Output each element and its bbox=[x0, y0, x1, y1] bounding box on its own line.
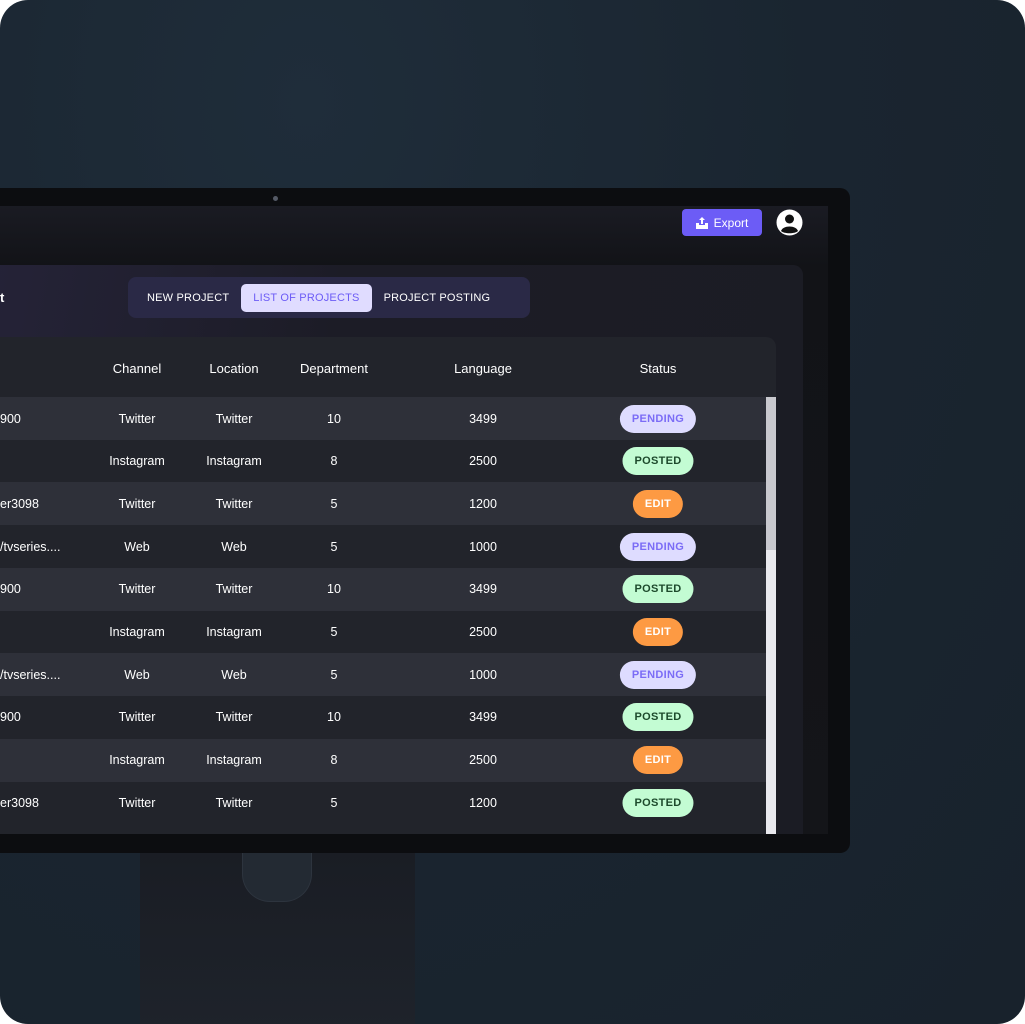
cell-location: Web bbox=[221, 667, 247, 682]
cell-department: 8 bbox=[330, 753, 338, 768]
cell-language: 3499 bbox=[469, 582, 497, 597]
table-row[interactable]: Instagram Instagram 8 2500 POSTED bbox=[0, 440, 766, 483]
cell-department: 5 bbox=[330, 625, 338, 639]
cell-channel: Twitter bbox=[118, 582, 156, 597]
cell-department: 5 bbox=[330, 795, 338, 810]
cell-language: 1000 bbox=[469, 667, 497, 682]
cell-language: 2500 bbox=[469, 454, 497, 469]
cell-location: Twitter bbox=[215, 710, 253, 725]
upload-icon bbox=[695, 216, 708, 229]
user-circle-icon[interactable] bbox=[776, 209, 803, 236]
table-row[interactable]: er3098 Twitter Twitter 5 1200 EDIT bbox=[0, 482, 766, 526]
status-badge[interactable]: PENDING bbox=[619, 660, 697, 689]
column-header-channel: Channel bbox=[112, 361, 162, 376]
cell-department: 5 bbox=[330, 539, 338, 554]
cell-department: 5 bbox=[330, 496, 338, 511]
export-label: Export bbox=[713, 215, 749, 230]
cell-location: Instagram bbox=[206, 753, 262, 768]
tab-list-of-projects[interactable]: LIST OF PROJECTS bbox=[241, 283, 372, 312]
column-header-department: Department bbox=[300, 361, 368, 376]
cell-language: 3499 bbox=[469, 710, 497, 725]
cell-language: 1000 bbox=[469, 539, 497, 554]
table-row[interactable]: er3098 Twitter Twitter 5 1200 POSTED bbox=[0, 781, 766, 824]
table-row[interactable]: Instagram Instagram 8 2500 EDIT bbox=[0, 738, 766, 782]
cell-channel: Instagram bbox=[109, 625, 165, 639]
table-row[interactable]: /tvseries.... Web Web 5 1000 PENDING bbox=[0, 653, 766, 697]
table-row[interactable]: 900 Twitter Twitter 10 3499 POSTED bbox=[0, 567, 766, 611]
export-button[interactable]: Export bbox=[682, 209, 762, 236]
status-badge[interactable]: EDIT bbox=[632, 618, 684, 646]
column-header-location: Location bbox=[209, 361, 259, 376]
cell-location: Twitter bbox=[215, 795, 253, 810]
cell-name: /tvseries.... bbox=[0, 539, 61, 554]
cell-language: 3499 bbox=[469, 411, 497, 426]
camera-icon bbox=[273, 196, 278, 201]
cell-channel: Twitter bbox=[118, 496, 156, 511]
cell-channel: Instagram bbox=[109, 454, 165, 469]
cell-language: 1200 bbox=[469, 795, 497, 810]
column-header-language: Language bbox=[454, 361, 512, 376]
cell-department: 5 bbox=[330, 667, 338, 682]
cell-language: 2500 bbox=[469, 625, 497, 639]
scrollbar-thumb[interactable] bbox=[766, 397, 776, 550]
page-title: t bbox=[0, 290, 5, 305]
scrollbar[interactable] bbox=[766, 397, 776, 834]
status-badge[interactable]: POSTED bbox=[622, 575, 694, 604]
status-badge[interactable]: POSTED bbox=[622, 703, 694, 732]
cell-channel: Web bbox=[124, 667, 150, 682]
cell-name: er3098 bbox=[0, 496, 39, 511]
table-row[interactable]: 900 Twitter Twitter 10 3499 POSTED bbox=[0, 696, 766, 739]
cell-location: Twitter bbox=[215, 582, 253, 597]
status-badge[interactable]: POSTED bbox=[622, 788, 694, 817]
cell-channel: Twitter bbox=[118, 710, 156, 725]
table-row[interactable]: Instagram Instagram 5 2500 EDIT bbox=[0, 611, 766, 654]
cell-location: Twitter bbox=[215, 411, 253, 426]
stand-knob bbox=[242, 845, 312, 902]
cell-location: Instagram bbox=[206, 625, 262, 639]
cell-location: Web bbox=[221, 539, 247, 554]
cell-name: 900 bbox=[0, 582, 21, 597]
cell-department: 8 bbox=[330, 454, 338, 469]
cell-channel: Web bbox=[124, 539, 150, 554]
cell-language: 1200 bbox=[469, 496, 497, 511]
cell-department: 10 bbox=[327, 411, 341, 426]
background: Export t NEW PROJECT LIST OF PROJECTS PR… bbox=[0, 0, 1025, 1024]
cell-location: Twitter bbox=[215, 496, 253, 511]
table-row[interactable]: 900 Twitter Twitter 10 3499 PENDING bbox=[0, 397, 766, 440]
cell-department: 10 bbox=[327, 710, 341, 725]
status-badge[interactable]: EDIT bbox=[632, 489, 684, 518]
status-badge[interactable]: EDIT bbox=[632, 746, 684, 775]
status-badge[interactable]: PENDING bbox=[619, 404, 697, 433]
tab-bar: NEW PROJECT LIST OF PROJECTS PROJECT POS… bbox=[128, 277, 530, 318]
tab-project-posting[interactable]: PROJECT POSTING bbox=[372, 284, 503, 312]
cell-name: 900 bbox=[0, 710, 21, 725]
cell-name: 900 bbox=[0, 411, 21, 426]
cell-channel: Instagram bbox=[109, 753, 165, 768]
tab-new-project[interactable]: NEW PROJECT bbox=[135, 284, 241, 312]
status-badge[interactable]: POSTED bbox=[622, 447, 694, 476]
table-row[interactable]: /tvseries.... Web Web 5 1000 PENDING bbox=[0, 525, 766, 568]
cell-name: er3098 bbox=[0, 795, 39, 810]
column-header-status: Status bbox=[639, 361, 677, 376]
cell-language: 2500 bbox=[469, 753, 497, 768]
cell-department: 10 bbox=[327, 582, 341, 597]
status-badge[interactable]: PENDING bbox=[619, 532, 697, 561]
cell-channel: Twitter bbox=[118, 795, 156, 810]
cell-channel: Twitter bbox=[118, 411, 156, 426]
cell-location: Instagram bbox=[206, 454, 262, 469]
cell-name: /tvseries.... bbox=[0, 667, 61, 682]
projects-table: Channel Location Department Language Sta… bbox=[0, 337, 776, 834]
screen: Export t NEW PROJECT LIST OF PROJECTS PR… bbox=[0, 206, 828, 834]
